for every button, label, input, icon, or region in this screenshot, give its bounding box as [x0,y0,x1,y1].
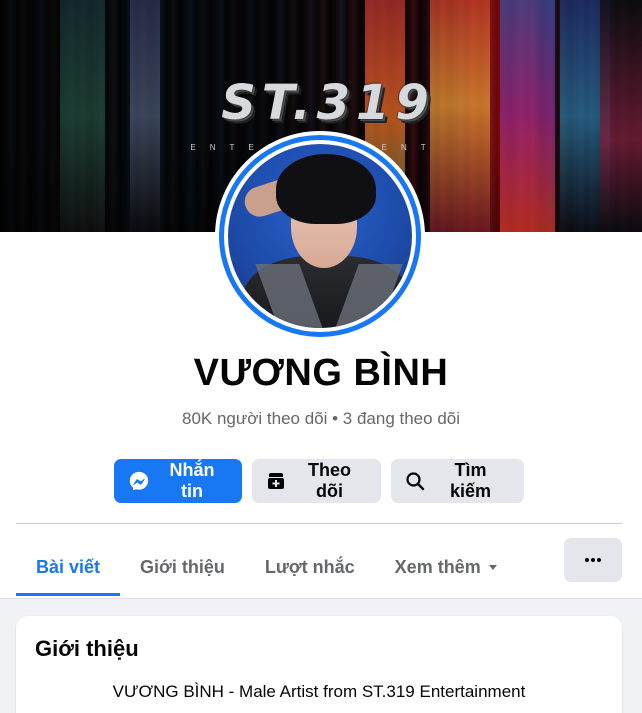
tab-label: Xem thêm [394,556,481,577]
avatar-hair [276,154,376,224]
cover-streak [500,0,555,232]
follow-button[interactable]: Theo dõi [252,459,381,503]
search-icon [406,472,425,491]
follow-plus-icon [268,473,284,489]
tab-see-more[interactable]: Xem thêm [375,538,519,596]
tab-label: Giới thiệu [140,556,225,577]
cover-logo: ST.319 [221,75,435,131]
search-button[interactable]: Tìm kiếm [391,459,524,503]
follow-button-label: Theo dõi [308,460,351,501]
avatar-photo [228,144,412,328]
profile-name: VƯƠNG BÌNH [193,352,449,394]
search-button-label: Tìm kiếm [449,460,492,501]
divider [16,523,622,524]
more-options-button[interactable] [564,538,622,582]
message-button[interactable]: Nhắn tin [114,459,242,503]
profile-actions: Nhắn tin Theo dõi Tìm kiếm [114,459,524,503]
cover-streak [600,0,642,232]
profile-avatar[interactable] [215,131,425,341]
avatar-story-ring [219,135,421,337]
tab-label: Lượt nhắc [264,556,355,577]
tab-mentions[interactable]: Lượt nhắc [245,538,375,596]
intro-title: Giới thiệu [35,636,139,661]
cover-streak [130,0,160,232]
message-button-label: Nhắn tin [169,460,215,501]
intro-bio: VƯƠNG BÌNH - Male Artist from ST.319 Ent… [112,682,526,701]
caret-down-icon [488,565,497,570]
tab-posts[interactable]: Bài viết [16,538,121,596]
messenger-icon [129,471,149,491]
cover-streak [60,0,105,232]
profile-tabs: Bài viết Giới thiệu Lượt nhắc Xem thêm [16,538,519,596]
follower-stats[interactable]: 80K người theo dõi • 3 đang theo dõi [0,409,642,429]
intro-card: Giới thiệu VƯƠNG BÌNH - Male Artist from… [16,616,622,713]
more-dots-icon [585,558,601,562]
tab-about[interactable]: Giới thiệu [120,538,245,596]
tab-label: Bài viết [36,556,101,577]
